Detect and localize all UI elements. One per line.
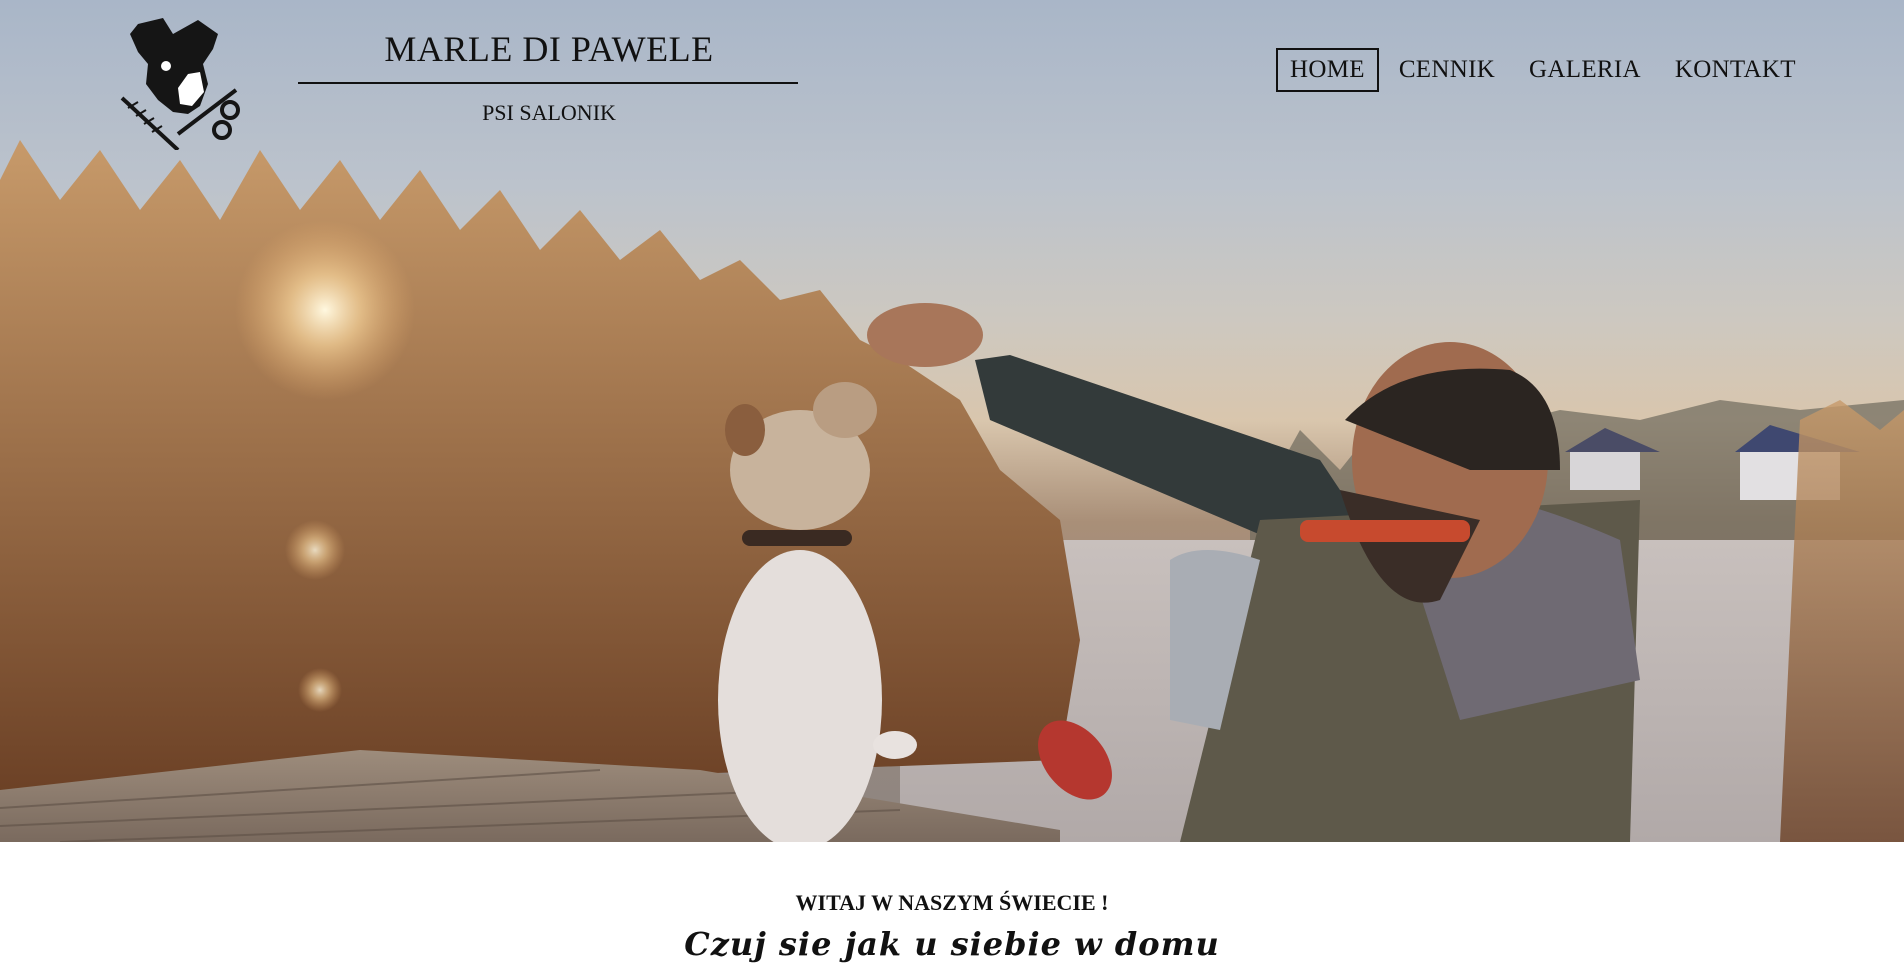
dog-scissors-comb-icon bbox=[120, 18, 240, 150]
nav-item-home[interactable]: HOME bbox=[1276, 48, 1379, 92]
brand-subtitle: PSI SALONIK bbox=[482, 100, 616, 125]
nav-item-kontakt[interactable]: KONTAKT bbox=[1661, 48, 1810, 92]
sun bbox=[235, 220, 415, 400]
brand-title[interactable]: MARLE DI PAWELE bbox=[300, 28, 798, 70]
brand-divider bbox=[298, 82, 798, 84]
tagline: Czuj sie jak u siebie w domu bbox=[684, 925, 1220, 963]
hero-image: MARLE DI PAWELE PSI SALONIK HOME CENNIK … bbox=[0, 0, 1904, 842]
hero-photo bbox=[0, 140, 1904, 842]
nav-item-cennik[interactable]: CENNIK bbox=[1385, 48, 1509, 92]
main-nav: HOME CENNIK GALERIA KONTAKT bbox=[1276, 48, 1816, 92]
welcome-heading: WITAJ W NASZYM ŚWIECIE ! bbox=[795, 890, 1109, 915]
nav-item-galeria[interactable]: GALERIA bbox=[1515, 48, 1655, 92]
